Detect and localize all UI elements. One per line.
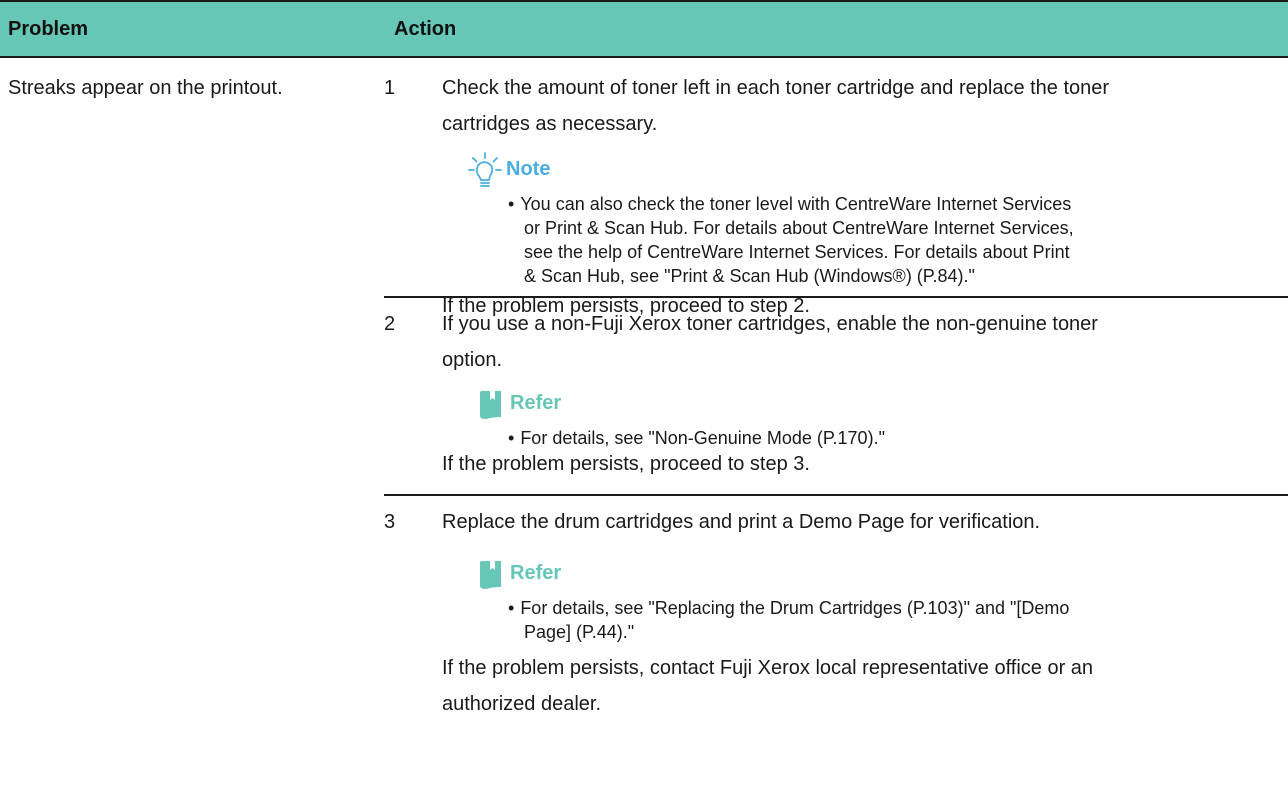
bullet-line: see the help of CentreWare Internet Serv…	[524, 242, 1070, 262]
row-divider	[384, 296, 1288, 298]
bullet-line: For details, see "Non-Genuine Mode (P.17…	[520, 428, 885, 448]
step-text-line: Check the amount of toner left in each t…	[442, 77, 1110, 99]
step-text-line: option.	[442, 349, 503, 371]
table-header: Problem Action	[0, 0, 1288, 58]
problem-description: Streaks appear on the printout.	[8, 77, 283, 99]
bullet-line: You can also check the toner level with …	[520, 194, 1072, 214]
refer-title: Refer	[510, 392, 562, 414]
bullet-dot: •	[508, 598, 515, 618]
persist-text: If the problem persists, contact Fuji Xe…	[442, 657, 1094, 679]
bullet-line: Page] (P.44)."	[524, 622, 635, 642]
bullet-dot: •	[508, 428, 515, 448]
book-icon	[480, 391, 501, 419]
step-text-line: cartridges as necessary.	[442, 113, 658, 135]
step-number: 2	[384, 313, 396, 335]
step-number: 1	[384, 77, 396, 99]
row-divider	[384, 494, 1288, 496]
refer-title: Refer	[510, 562, 562, 584]
note-title: Note	[506, 158, 551, 180]
bullet-item: • For details, see "Replacing the Drum Ca…	[508, 596, 1069, 620]
header-action: Action	[394, 18, 457, 40]
persist-text: If the problem persists, proceed to step…	[442, 453, 810, 475]
bullet-line: or Print & Scan Hub. For details about C…	[524, 218, 1074, 238]
bullet-item: • For details, see "Non-Genuine Mode (P.1…	[508, 426, 885, 450]
step-number: 3	[384, 511, 396, 533]
book-icon	[480, 561, 501, 589]
step-text-line: If you use a non-Fuji Xerox toner cartri…	[442, 313, 1098, 335]
bullet-line: & Scan Hub, see "Print & Scan Hub (Windo…	[524, 266, 975, 286]
persist-text: authorized dealer.	[442, 693, 602, 715]
header-problem: Problem	[8, 18, 89, 40]
step-text-line: Replace the drum cartridges and print a …	[442, 511, 1041, 533]
bullet-dot: •	[508, 194, 515, 214]
lightbulb-icon	[468, 152, 502, 187]
bullet-line: For details, see "Replacing the Drum Car…	[520, 598, 1070, 618]
bullet-item: • You can also check the toner level with…	[508, 192, 1071, 216]
